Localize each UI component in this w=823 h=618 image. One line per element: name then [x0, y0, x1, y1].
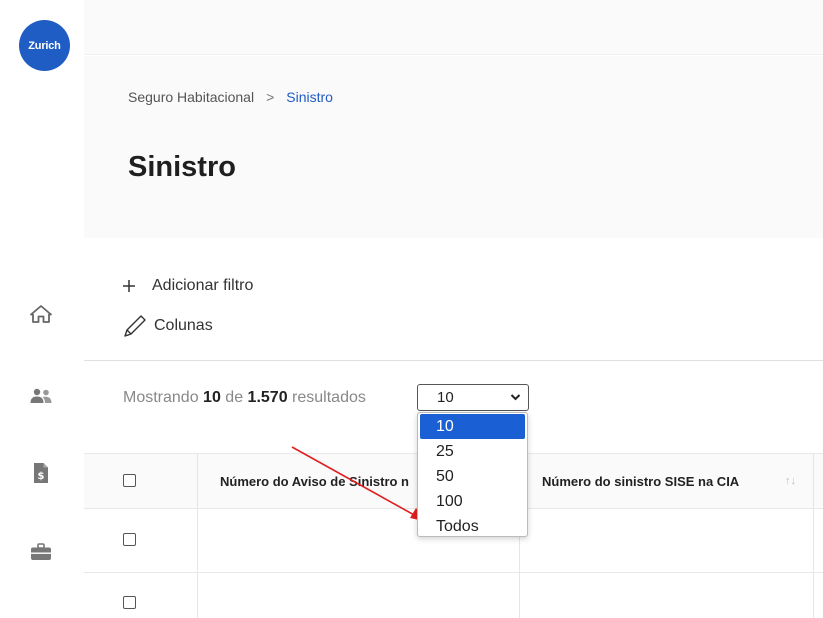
page-size-dropdown: 10 25 50 100 Todos — [417, 412, 528, 537]
results-total: 1.570 — [247, 389, 288, 406]
columns-button[interactable]: Colunas — [122, 314, 213, 338]
breadcrumb-item-parent[interactable]: Seguro Habitacional — [128, 89, 254, 105]
results-of: de — [225, 389, 244, 406]
top-bar — [84, 0, 823, 55]
home-icon[interactable] — [28, 303, 54, 325]
breadcrumb: Seguro Habitacional > Sinistro — [128, 89, 333, 105]
plus-icon — [122, 279, 148, 293]
breadcrumb-item-current[interactable]: Sinistro — [286, 89, 333, 105]
chevron-down-icon — [510, 389, 521, 408]
results-shown: 10 — [203, 389, 221, 406]
row-checkbox[interactable] — [123, 596, 136, 609]
row-checkbox[interactable] — [123, 533, 136, 546]
column-divider — [813, 453, 814, 618]
sidebar: Zurich $ — [0, 0, 84, 618]
columns-label: Colunas — [154, 317, 213, 334]
page-size-option-10[interactable]: 10 — [420, 414, 525, 439]
page-size-option-25[interactable]: 25 — [418, 439, 527, 464]
page-title: Sinistro — [128, 151, 236, 183]
breadcrumb-separator: > — [266, 89, 275, 105]
table-row — [84, 573, 823, 618]
sort-icon[interactable]: ↑↓ — [785, 475, 796, 487]
column-header-aviso-sinistro[interactable]: Número do Aviso de Sinistro n — [220, 474, 409, 489]
page-size-value: 10 — [437, 389, 454, 406]
results-count: Mostrando 10 de 1.570 resultados — [123, 389, 366, 407]
briefcase-icon[interactable] — [28, 541, 54, 563]
page-header: Seguro Habitacional > Sinistro Sinistro — [84, 56, 823, 238]
results-prefix: Mostrando — [123, 389, 199, 406]
column-divider — [197, 453, 198, 618]
page-size-option-50[interactable]: 50 — [418, 464, 527, 489]
svg-text:$: $ — [38, 471, 45, 482]
add-filter-label: Adicionar filtro — [152, 277, 254, 294]
pencil-icon — [122, 314, 154, 338]
divider — [84, 360, 823, 361]
add-filter-button[interactable]: Adicionar filtro — [122, 277, 253, 295]
select-all-checkbox[interactable] — [123, 474, 136, 487]
page-size-option-100[interactable]: 100 — [418, 489, 527, 514]
users-icon[interactable] — [28, 385, 54, 407]
page-size-option-todos[interactable]: Todos — [418, 514, 527, 539]
page-size-select[interactable]: 10 — [417, 384, 529, 411]
document-dollar-icon[interactable]: $ — [28, 462, 54, 484]
results-suffix: resultados — [292, 389, 366, 406]
column-header-sinistro-sise[interactable]: Número do sinistro SISE na CIA — [542, 474, 739, 489]
zurich-logo[interactable]: Zurich — [19, 20, 70, 71]
